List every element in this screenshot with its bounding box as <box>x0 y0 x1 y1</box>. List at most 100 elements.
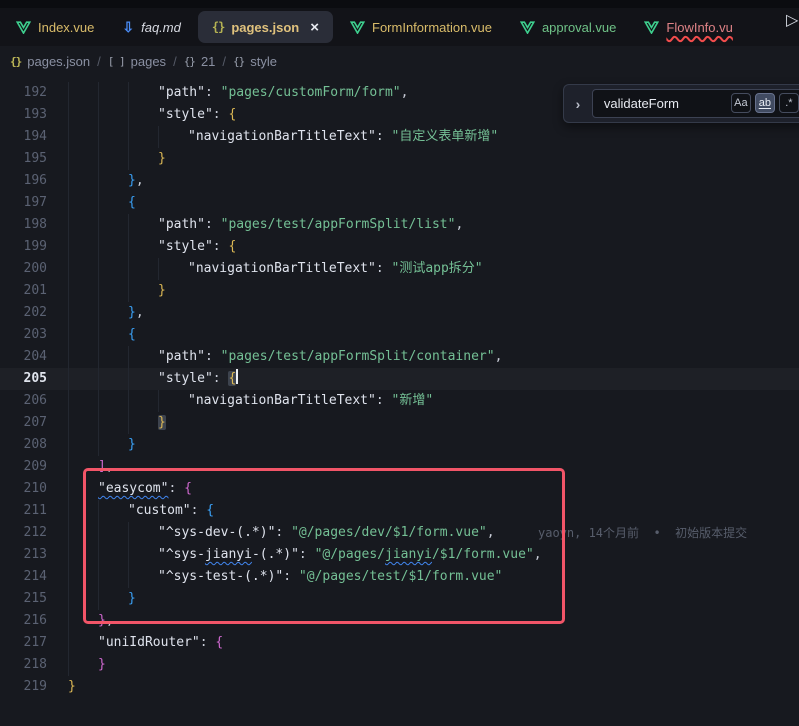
code-line-208[interactable]: 208} <box>0 434 799 456</box>
toggle-replace-icon[interactable]: › <box>564 96 592 112</box>
code-line-196[interactable]: 196}, <box>0 170 799 192</box>
token-k: "custom" <box>128 503 191 518</box>
indent-guide <box>68 192 69 214</box>
code-line-212[interactable]: 212"^sys-dev-(.*)": "@/pages/dev/$1/form… <box>0 522 799 544</box>
token-s: "@/pages/test/$1/form.vue" <box>299 569 503 584</box>
code-editor-window: Index.vue⇩faq.md{}pages.json×FormInforma… <box>0 0 799 726</box>
token-k: "path" <box>158 349 205 364</box>
close-icon[interactable]: × <box>310 20 319 35</box>
find-input-container: Aaab.* <box>592 89 799 118</box>
code-line-211[interactable]: 211"custom": { <box>0 500 799 522</box>
line-content: "^sys-jianyi-(.*)": "@/pages/jianyi/$1/f… <box>158 544 542 566</box>
token-p: : <box>376 129 392 144</box>
token-k: "style" <box>158 239 213 254</box>
token-s: "pages/test/appFormSplit/list" <box>221 217 456 232</box>
vue-icon <box>520 21 535 34</box>
indent-guide <box>98 544 99 566</box>
token-p: , <box>534 547 542 562</box>
breadcrumb-item-style[interactable]: {}style <box>233 54 277 69</box>
line-number: 196 <box>0 170 47 192</box>
code-line-205[interactable]: 205"style": { <box>0 368 799 390</box>
token-p: : <box>205 217 221 232</box>
code-line-198[interactable]: 198"path": "pages/test/appFormSplit/list… <box>0 214 799 236</box>
code-line-200[interactable]: 200"navigationBarTitleText": "测试app拆分" <box>0 258 799 280</box>
breadcrumb-item-pages-json[interactable]: {}pages.json <box>10 54 90 69</box>
code-line-202[interactable]: 202}, <box>0 302 799 324</box>
token-yh: { <box>228 371 236 386</box>
indent-guide <box>128 214 129 236</box>
code-line-201[interactable]: 201} <box>0 280 799 302</box>
line-number: 202 <box>0 302 47 324</box>
line-content: { <box>128 192 136 214</box>
tab-label: faq.md <box>141 20 181 35</box>
tab-faq-md[interactable]: ⇩faq.md <box>108 8 194 46</box>
tab-approval-vue[interactable]: approval.vue <box>506 8 630 46</box>
code-line-194[interactable]: 194"navigationBarTitleText": "自定义表单新增" <box>0 126 799 148</box>
breadcrumb-item-21[interactable]: {}21 <box>184 54 216 69</box>
indent-guide <box>128 412 129 434</box>
line-number: 208 <box>0 434 47 456</box>
regex-toggle[interactable]: .* <box>779 93 799 113</box>
indent-guide <box>128 346 129 368</box>
line-content: } <box>158 280 166 302</box>
line-content: } <box>68 676 76 698</box>
code-line-217[interactable]: 217"uniIdRouter": { <box>0 632 799 654</box>
vue-icon <box>350 21 365 34</box>
line-number: 206 <box>0 390 47 412</box>
token-k: "navigationBarTitleText" <box>188 129 376 144</box>
array-symbol-icon: [ ] <box>108 55 125 68</box>
token-p: : <box>213 239 229 254</box>
code-line-197[interactable]: 197{ <box>0 192 799 214</box>
code-line-215[interactable]: 215} <box>0 588 799 610</box>
code-line-204[interactable]: 204"path": "pages/test/appFormSplit/cont… <box>0 346 799 368</box>
indent-guide <box>128 280 129 302</box>
tab-forminformation-vue[interactable]: FormInformation.vue <box>336 8 506 46</box>
token-p: , <box>487 525 495 540</box>
run-icon[interactable]: ▷ <box>786 10 798 30</box>
breadcrumb-label: style <box>250 54 277 69</box>
indent-guide <box>128 126 129 148</box>
indent-guide <box>98 500 99 522</box>
token-b: { <box>128 195 136 210</box>
indent-guide <box>98 566 99 588</box>
token-s: "@/pages/ <box>315 547 385 562</box>
text-cursor <box>236 369 238 384</box>
token-p: , <box>106 459 114 474</box>
code-line-195[interactable]: 195} <box>0 148 799 170</box>
line-content: "path": "pages/test/appFormSplit/contain… <box>158 346 502 368</box>
line-content: { <box>128 324 136 346</box>
indent-guide <box>68 302 69 324</box>
indent-guide <box>98 214 99 236</box>
line-content: ], <box>98 456 114 478</box>
token-s: "@/pages/dev/$1/form.vue" <box>291 525 487 540</box>
indent-guide <box>68 346 69 368</box>
breadcrumb-item-pages[interactable]: [ ]pages <box>108 54 166 69</box>
token-m: } <box>98 613 106 628</box>
match-case-toggle[interactable]: Aa <box>731 93 751 113</box>
code-editor[interactable]: 192"path": "pages/customForm/form",193"s… <box>0 76 799 726</box>
code-line-218[interactable]: 218} <box>0 654 799 676</box>
tab-flowinfo-vu[interactable]: FlowInfo.vu <box>630 8 746 46</box>
token-k: "^sys-dev-(.*)" <box>158 525 275 540</box>
token-k: "path" <box>158 85 205 100</box>
object-symbol-icon: {} <box>10 55 21 68</box>
token-p: , <box>136 173 144 188</box>
code-line-207[interactable]: 207} <box>0 412 799 434</box>
token-k: "uniIdRouter" <box>98 635 200 650</box>
code-line-199[interactable]: 199"style": { <box>0 236 799 258</box>
code-line-216[interactable]: 216}, <box>0 610 799 632</box>
tab-pages-json[interactable]: {}pages.json× <box>198 11 333 43</box>
tab-index-vue[interactable]: Index.vue <box>2 8 108 46</box>
code-line-209[interactable]: 209], <box>0 456 799 478</box>
code-line-203[interactable]: 203{ <box>0 324 799 346</box>
line-number: 195 <box>0 148 47 170</box>
find-input[interactable] <box>593 90 729 117</box>
token-p: : <box>376 393 392 408</box>
code-line-210[interactable]: 210"easycom": { <box>0 478 799 500</box>
object-symbol-icon: {} <box>184 55 195 68</box>
code-line-219[interactable]: 219} <box>0 676 799 698</box>
code-line-214[interactable]: 214"^sys-test-(.*)": "@/pages/test/$1/fo… <box>0 566 799 588</box>
code-line-213[interactable]: 213"^sys-jianyi-(.*)": "@/pages/jianyi/$… <box>0 544 799 566</box>
code-line-206[interactable]: 206"navigationBarTitleText": "新增" <box>0 390 799 412</box>
whole-word-toggle[interactable]: ab <box>755 93 775 113</box>
